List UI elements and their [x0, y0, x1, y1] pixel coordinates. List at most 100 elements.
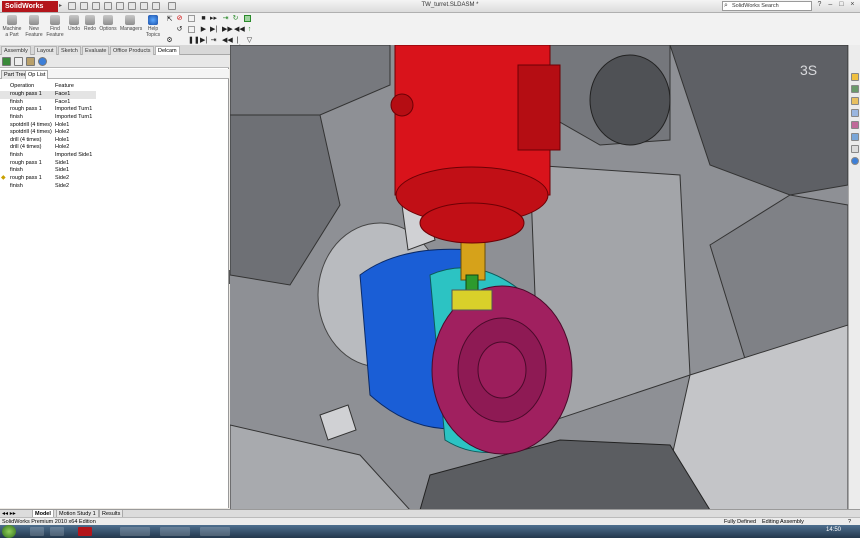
step-end-icon[interactable]: ⇥ [210, 37, 217, 44]
save-icon[interactable] [92, 2, 100, 10]
task-item[interactable] [120, 527, 150, 536]
appearances-icon[interactable] [851, 133, 859, 141]
file-properties-icon[interactable] [152, 2, 160, 10]
minimize-button[interactable]: – [828, 1, 832, 11]
box-icon[interactable] [188, 26, 195, 33]
maximize-button[interactable]: □ [839, 1, 843, 11]
op-list-row[interactable]: rough pass 1 Imported Turn1 [0, 106, 229, 114]
pointer-icon[interactable]: ⇱ [166, 16, 173, 23]
op-list-row[interactable]: drill (4 times) Hole2 [0, 144, 229, 152]
task-item[interactable] [160, 527, 190, 536]
solidworks-window: SolidWorks ▸ TW_turret.SLDASM * ⌕ SolidW… [0, 0, 860, 538]
op-list-row[interactable]: spotdrill (4 times) Hole1 [0, 122, 229, 130]
op-operation: rough pass 1 [10, 175, 42, 182]
feature-tree-icon[interactable] [2, 57, 11, 66]
pause-icon[interactable]: ❚❚ [188, 37, 200, 44]
property-manager-icon[interactable] [14, 57, 23, 66]
view-icon[interactable] [244, 15, 251, 22]
find-feature-button[interactable]: Find Feature [45, 15, 65, 38]
delcam-pane-icon[interactable] [851, 157, 859, 165]
reverse-icon[interactable]: ◀◀ [234, 26, 245, 33]
op-feature: Imported Turn1 [55, 113, 93, 120]
frame-icon[interactable] [188, 15, 195, 22]
view-palette-icon[interactable] [851, 121, 859, 129]
op-list-row[interactable]: finish Imported Side1 [0, 152, 229, 160]
cycle-icon[interactable]: ↻ [232, 15, 239, 22]
explorer-icon[interactable] [30, 527, 44, 536]
refresh-icon[interactable]: ↺ [176, 26, 183, 33]
rebuild-icon[interactable] [140, 2, 148, 10]
filter-icon[interactable]: ▽ [246, 37, 253, 44]
help-menu-icon[interactable]: ? [817, 1, 821, 11]
tab-delcam[interactable]: Delcam [155, 46, 180, 55]
tab-layout[interactable]: Layout [34, 46, 57, 55]
fast-forward-icon[interactable]: ▸▸ [210, 15, 217, 22]
play-step-icon[interactable]: ▶| [210, 26, 217, 33]
new-feature-button[interactable]: New Feature [24, 15, 44, 38]
custom-properties-icon[interactable] [851, 145, 859, 153]
column-feature[interactable]: Feature [55, 82, 74, 90]
help-topics-button[interactable]: Help Topics [143, 15, 163, 38]
step-icon[interactable]: ⇥ [222, 15, 229, 22]
machine-part-button[interactable]: Machine a Part [2, 15, 22, 38]
new-document-icon[interactable] [68, 2, 76, 10]
feature-manager-panel: Part Tree Op List Operation Feature roug… [0, 55, 229, 508]
op-list-row[interactable]: drill (4 times) Hole1 [0, 137, 229, 145]
tab-assembly[interactable]: Assembly [1, 46, 31, 55]
file-explorer-icon[interactable] [851, 97, 859, 105]
op-list-row[interactable]: finish Side1 [0, 167, 229, 175]
op-list-row[interactable]: finish Imported Turn1 [0, 114, 229, 122]
nav-arrows-icon[interactable]: ◂◂ ▸▸ [2, 510, 16, 517]
arrow-icon[interactable]: ↑ [246, 26, 253, 33]
tab-op-list[interactable]: Op List [25, 70, 49, 79]
chevron-right-icon[interactable]: ▸ [59, 2, 62, 9]
search-results-icon[interactable] [851, 109, 859, 117]
op-list-row[interactable]: finish Side2 [0, 183, 229, 191]
graphics-viewport[interactable]: 3S [230, 45, 848, 510]
search-icon[interactable]: ⌕ [724, 2, 728, 10]
managers-button[interactable]: Managers [120, 15, 142, 32]
open-document-icon[interactable] [80, 2, 88, 10]
play-icon[interactable]: ▶ [200, 26, 207, 33]
no-entry-icon[interactable]: ⊘ [176, 15, 183, 22]
solidworks-task-icon[interactable] [78, 527, 92, 536]
start-button[interactable] [2, 525, 16, 538]
select-icon[interactable] [128, 2, 136, 10]
op-list-row[interactable]: spotdrill (4 times) Hole2 [0, 129, 229, 137]
op-list-row[interactable]: ◆ rough pass 1 Side2 [0, 175, 229, 183]
options-quick-icon[interactable] [168, 2, 176, 10]
skip-end-icon[interactable]: ▶| [200, 37, 207, 44]
redo-button[interactable]: Redo [80, 15, 100, 32]
status-bar: SolidWorks Premium 2010 x64 Edition Full… [0, 517, 860, 525]
task-item[interactable] [200, 527, 230, 536]
design-library-icon[interactable] [851, 85, 859, 93]
op-list-row[interactable]: rough pass 1 Side1 [0, 160, 229, 168]
print-icon[interactable] [104, 2, 112, 10]
resources-icon[interactable] [851, 73, 859, 81]
document-title: TW_turret.SLDASM * [421, 2, 479, 8]
delcam-icon[interactable] [38, 57, 47, 66]
column-operation[interactable]: Operation [10, 82, 34, 90]
configuration-icon[interactable] [26, 57, 35, 66]
search-input[interactable]: ⌕ SolidWorks Search [722, 1, 812, 11]
new-feature-icon [29, 15, 39, 25]
close-button[interactable]: × [850, 1, 854, 11]
rewind-icon[interactable]: ◀◀ [222, 37, 233, 44]
op-list-row[interactable]: rough pass 1 Face1 [0, 91, 96, 99]
skip-start-icon[interactable]: |◀ [234, 37, 241, 51]
undo-quick-icon[interactable] [116, 2, 124, 10]
options-button[interactable]: Options [98, 15, 118, 32]
tab-evaluate[interactable]: Evaluate [82, 46, 110, 55]
tab-office-products[interactable]: Office Products [110, 46, 154, 55]
wrench-icon[interactable]: ⚙ [166, 37, 173, 44]
tab-sketch[interactable]: Sketch [58, 46, 81, 55]
browser-icon[interactable] [50, 527, 64, 536]
op-feature: Imported Side1 [55, 152, 93, 159]
play-fast-icon[interactable]: ▶▶ [222, 26, 233, 33]
op-list-row[interactable]: finish Face1 [0, 99, 229, 107]
stop-icon[interactable]: ■ [200, 15, 207, 22]
op-feature: Hole1 [55, 136, 70, 143]
op-feature: Imported Turn1 [55, 106, 93, 113]
ribbon-tabs: Assembly Layout Sketch Evaluate Office P… [0, 45, 230, 55]
solidworks-logo[interactable]: SolidWorks [2, 1, 58, 12]
